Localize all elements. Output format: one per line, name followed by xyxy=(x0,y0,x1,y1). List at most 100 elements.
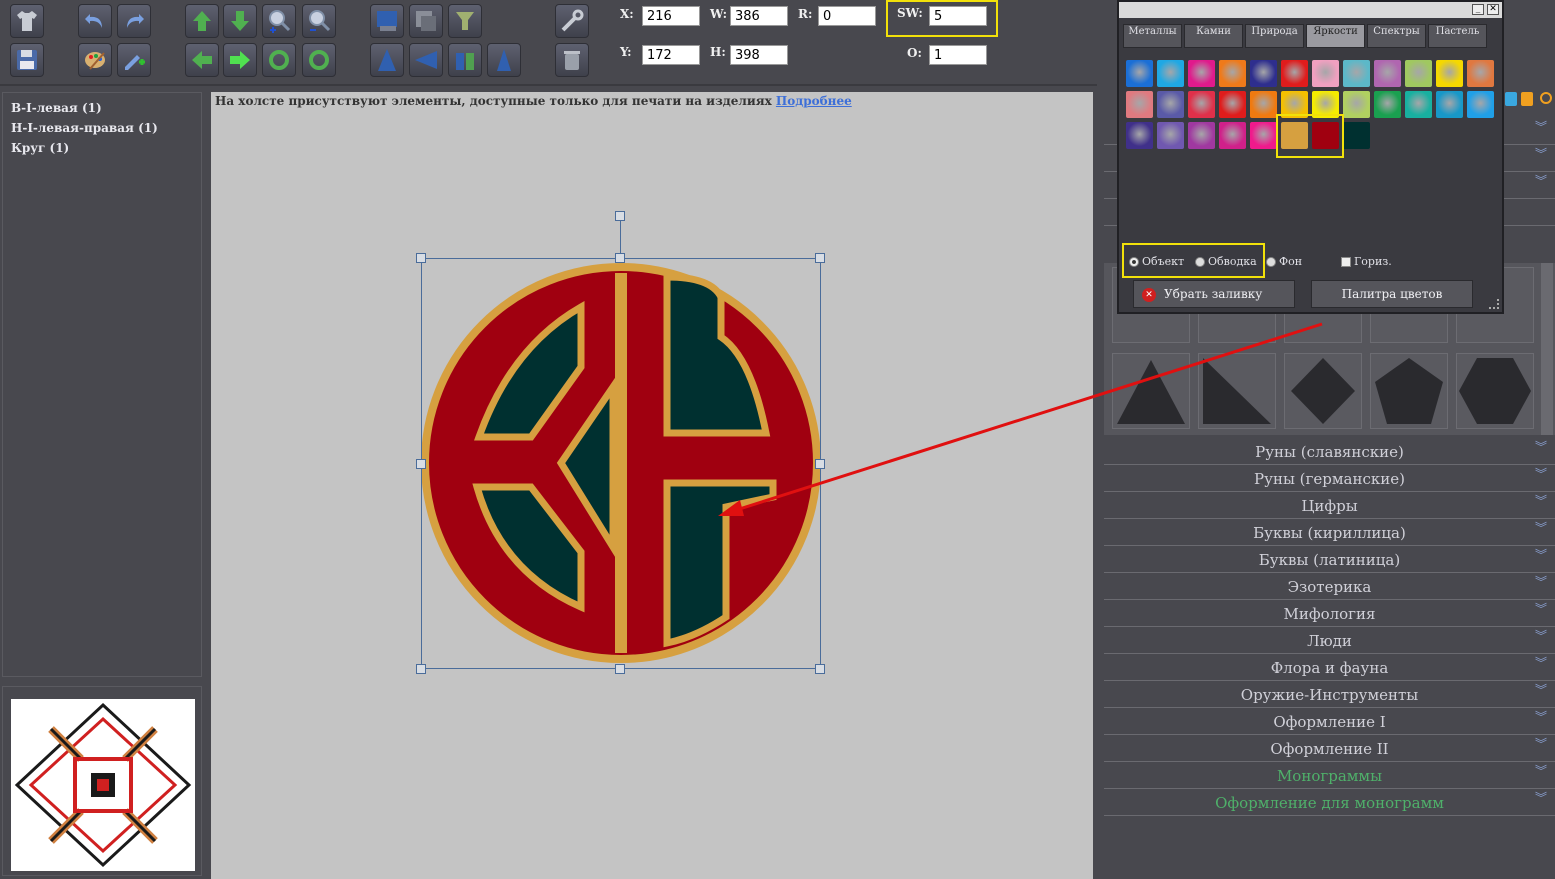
color-swatch[interactable] xyxy=(1343,122,1370,149)
category-flora-fauna[interactable]: Флора и фауна ︾ xyxy=(1104,655,1555,681)
rotation-handle[interactable] xyxy=(615,211,625,221)
color-swatch[interactable] xyxy=(1374,91,1401,118)
rotate-right-button[interactable] xyxy=(302,43,336,77)
layer-item[interactable]: Круг (1) xyxy=(11,141,69,155)
color-swatch[interactable] xyxy=(1219,60,1246,87)
resize-handle-bottom-right[interactable] xyxy=(815,664,825,674)
odnoklassniki-icon[interactable] xyxy=(1521,92,1533,106)
twitter-icon[interactable] xyxy=(1505,92,1517,106)
color-swatch[interactable] xyxy=(1312,60,1339,87)
perspective-button[interactable] xyxy=(487,43,521,77)
send-back-button[interactable] xyxy=(409,4,443,38)
opacity-field[interactable] xyxy=(929,45,987,65)
color-swatch[interactable] xyxy=(1188,122,1215,149)
color-swatch[interactable] xyxy=(1219,122,1246,149)
more-info-link[interactable]: Подробнее xyxy=(776,94,852,108)
resize-handle-top[interactable] xyxy=(615,253,625,263)
color-swatch[interactable] xyxy=(1250,91,1277,118)
tab-nature[interactable]: Природа xyxy=(1245,24,1304,48)
move-down-button[interactable] xyxy=(223,4,257,38)
color-swatch[interactable] xyxy=(1219,91,1246,118)
resize-grip-icon[interactable] xyxy=(1489,299,1499,309)
category-decoration-2[interactable]: Оформление II ︾ xyxy=(1104,736,1555,762)
layer-item[interactable]: Н-I-левая-правая (1) xyxy=(11,121,158,135)
h-field[interactable] xyxy=(730,45,788,65)
minimize-icon[interactable]: _ xyxy=(1472,4,1484,15)
resize-handle-top-right[interactable] xyxy=(815,253,825,263)
color-palette-button[interactable] xyxy=(78,43,112,77)
resize-handle-top-left[interactable] xyxy=(416,253,426,263)
move-right-button[interactable] xyxy=(223,43,257,77)
tab-brightness[interactable]: Яркости xyxy=(1306,24,1365,48)
color-swatch[interactable] xyxy=(1188,91,1215,118)
r-field[interactable] xyxy=(818,6,876,26)
tab-stones[interactable]: Камни xyxy=(1184,24,1243,48)
color-swatch[interactable] xyxy=(1157,60,1184,87)
redo-button[interactable] xyxy=(117,4,151,38)
move-up-button[interactable] xyxy=(185,4,219,38)
y-field[interactable] xyxy=(642,45,700,65)
tools-button[interactable] xyxy=(555,4,589,38)
color-swatch[interactable] xyxy=(1405,60,1432,87)
zoom-out-button[interactable] xyxy=(302,4,336,38)
resize-handle-left[interactable] xyxy=(416,459,426,469)
category-esoterics[interactable]: Эзотерика ︾ xyxy=(1104,574,1555,600)
undo-button[interactable] xyxy=(78,4,112,38)
color-swatch[interactable] xyxy=(1281,60,1308,87)
category-mythology[interactable]: Мифология ︾ xyxy=(1104,601,1555,627)
hexagon-shape-tile[interactable] xyxy=(1456,353,1534,429)
tab-metals[interactable]: Металлы xyxy=(1123,24,1182,48)
category-monogram-decoration[interactable]: Оформление для монограмм ︾ xyxy=(1104,790,1555,816)
color-swatch[interactable] xyxy=(1405,91,1432,118)
color-swatch[interactable] xyxy=(1250,122,1277,149)
color-swatch[interactable] xyxy=(1374,60,1401,87)
pentagon-shape-tile[interactable] xyxy=(1370,353,1448,429)
category-decoration-1[interactable]: Оформление I ︾ xyxy=(1104,709,1555,735)
move-left-button[interactable] xyxy=(185,43,219,77)
align-button[interactable] xyxy=(448,43,482,77)
color-swatch[interactable] xyxy=(1250,60,1277,87)
zoom-in-button[interactable] xyxy=(262,4,296,38)
delete-button[interactable] xyxy=(555,43,589,77)
color-swatch[interactable] xyxy=(1126,122,1153,149)
edit-pencil-button[interactable] xyxy=(117,43,151,77)
w-field[interactable] xyxy=(730,6,788,26)
x-field[interactable] xyxy=(642,6,700,26)
flip-horizontal-button[interactable] xyxy=(409,43,443,77)
color-swatch[interactable] xyxy=(1343,60,1370,87)
color-swatch[interactable] xyxy=(1157,122,1184,149)
color-swatch[interactable] xyxy=(1467,91,1494,118)
radio-stroke[interactable]: Обводка xyxy=(1195,255,1257,268)
mail-icon[interactable] xyxy=(1540,92,1552,104)
close-icon[interactable]: ✕ xyxy=(1487,4,1499,15)
color-swatch[interactable] xyxy=(1467,60,1494,87)
tshirt-button[interactable] xyxy=(10,4,44,38)
color-swatch[interactable] xyxy=(1436,60,1463,87)
color-swatch[interactable] xyxy=(1436,91,1463,118)
layer-item[interactable]: В-I-левая (1) xyxy=(11,101,102,115)
palette-titlebar[interactable] xyxy=(1119,2,1502,18)
bring-front-button[interactable] xyxy=(370,4,404,38)
radio-object[interactable]: Объект xyxy=(1129,255,1184,268)
category-people[interactable]: Люди ︾ xyxy=(1104,628,1555,654)
color-swatch[interactable] xyxy=(1126,60,1153,87)
color-swatch[interactable] xyxy=(1157,91,1184,118)
resize-handle-bottom-left[interactable] xyxy=(416,664,426,674)
resize-handle-bottom[interactable] xyxy=(615,664,625,674)
chevron-down-icon: ︾ xyxy=(1534,575,1547,589)
radio-background[interactable]: Фон xyxy=(1266,255,1302,268)
shapes-scrollbar[interactable] xyxy=(1541,263,1553,435)
flip-vertical-button[interactable] xyxy=(370,43,404,77)
color-swatch[interactable] xyxy=(1343,91,1370,118)
group-button[interactable] xyxy=(448,4,482,38)
tab-pastel[interactable]: Пастель xyxy=(1428,24,1487,48)
checkbox-horizontal[interactable]: Гориз. xyxy=(1341,255,1392,268)
category-letters-latin[interactable]: Буквы (латиница) ︾ xyxy=(1104,547,1555,573)
color-swatch[interactable] xyxy=(1188,60,1215,87)
tab-spectra[interactable]: Спектры xyxy=(1367,24,1426,48)
color-swatch[interactable] xyxy=(1126,91,1153,118)
save-button[interactable] xyxy=(10,43,44,77)
rotate-left-button[interactable] xyxy=(262,43,296,77)
category-weapons-tools[interactable]: Оружие-Инструменты ︾ xyxy=(1104,682,1555,708)
category-monograms[interactable]: Монограммы ︾ xyxy=(1104,763,1555,789)
